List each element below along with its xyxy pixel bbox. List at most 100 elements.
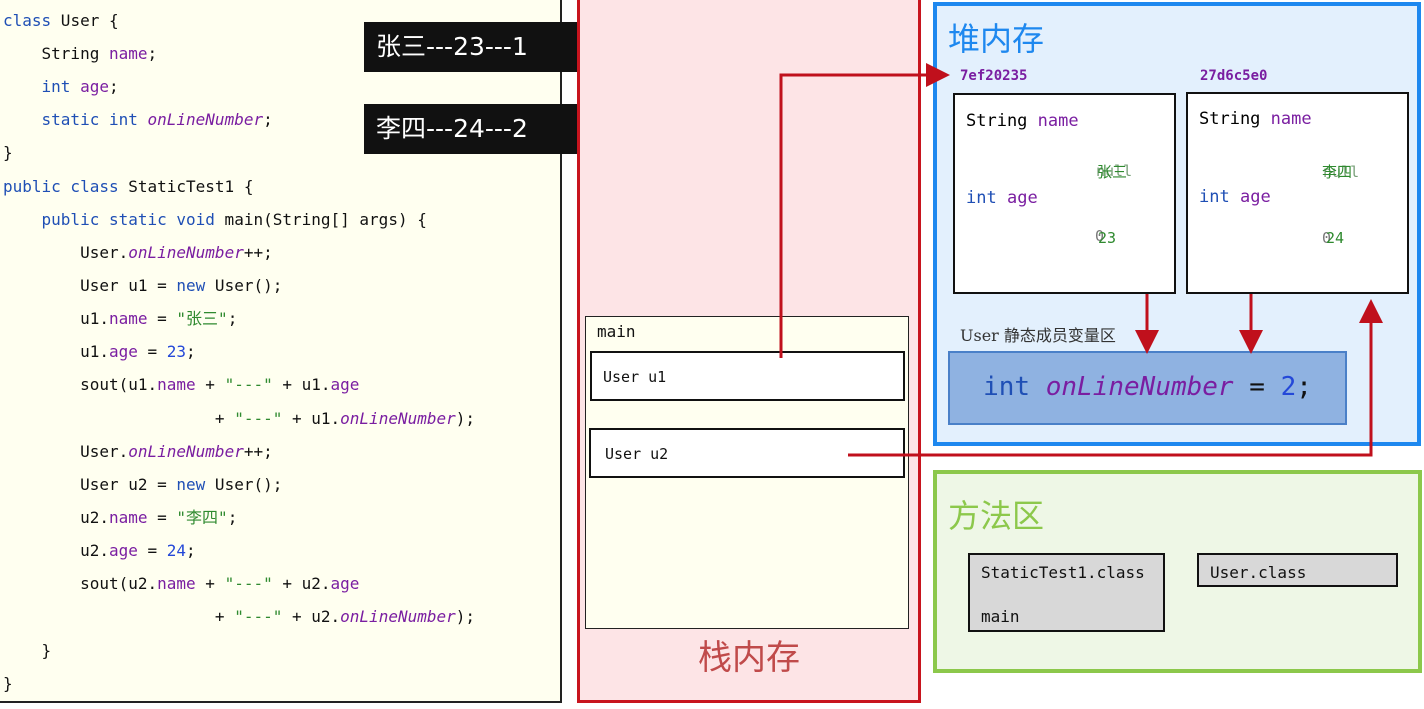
heap-object-2-address: 27d6c5e0: [1200, 68, 1268, 84]
code-token: }: [3, 641, 52, 660]
code-token: name: [157, 574, 196, 593]
code-line: }: [3, 674, 13, 694]
static-equals: =: [1249, 372, 1265, 402]
code-line: User.onLineNumber++;: [3, 442, 273, 462]
code-token: + u2.: [282, 607, 341, 626]
static-semicolon: ;: [1296, 372, 1312, 402]
code-token: User {: [51, 11, 119, 30]
static-variable-line: int onLineNumber = 2;: [948, 372, 1347, 402]
code-token: );: [455, 607, 476, 626]
code-token: u2.: [3, 541, 109, 560]
class-staticTest1-name: StaticTest1.class: [981, 563, 1145, 582]
method-area-title: 方法区: [948, 497, 1045, 535]
stack-variable-u2-label: User u2: [605, 445, 669, 463]
code-token: StaticTest1 {: [118, 177, 254, 196]
code-token: =: [147, 309, 177, 328]
code-token: =: [147, 508, 177, 527]
class-staticTest1-method: main: [981, 607, 1020, 626]
code-line: int age;: [3, 77, 119, 97]
code-token: ;: [186, 541, 196, 560]
code-token: age: [330, 375, 360, 394]
code-token: onLineNumber: [147, 110, 264, 129]
code-token: 24: [166, 541, 187, 560]
code-token: "李四": [176, 508, 228, 527]
stack-memory-title: 栈内存: [698, 638, 800, 678]
code-token: name: [108, 309, 148, 328]
code-token: }: [3, 143, 13, 162]
code-line: + "---" + u2.onLineNumber);: [3, 607, 475, 627]
code-token: String: [3, 44, 109, 63]
field-type: int: [1199, 187, 1230, 207]
code-token: "张三": [176, 309, 228, 328]
class-user-name: User.class: [1210, 563, 1307, 582]
heap-object-1-name-field: String name: [966, 111, 1079, 131]
heap-object-1-name-value: 张三: [1097, 163, 1128, 181]
stack-variable-u2: User u2: [589, 428, 905, 478]
code-token: new: [176, 276, 206, 295]
code-token: User();: [205, 475, 283, 494]
code-token: + u1.: [272, 375, 331, 394]
code-token: ;: [108, 77, 119, 96]
heap-object-2-name-field: String name: [1199, 109, 1312, 129]
heap-object-1-age-field: int age: [966, 188, 1038, 208]
code-token: }: [3, 674, 13, 693]
heap-object-1-age-value: 23: [1098, 229, 1117, 247]
code-token: class: [3, 11, 52, 30]
field-type: String: [966, 111, 1028, 131]
code-token: u1.: [3, 309, 109, 328]
code-line: class User {: [3, 11, 119, 31]
heap-object-2-name-value: 李四: [1322, 163, 1353, 181]
code-line: sout(u1.name + "---" + u1.age: [3, 375, 359, 395]
code-token: ;: [227, 508, 238, 527]
code-token: );: [455, 409, 476, 428]
class-staticTest1: StaticTest1.class main: [968, 553, 1165, 632]
code-token: public class: [3, 177, 119, 196]
code-token: name: [157, 375, 196, 394]
code-token: "---": [234, 607, 283, 626]
code-line: }: [3, 143, 13, 163]
code-line: u2.age = 24;: [3, 541, 196, 561]
heap-object-1-address: 7ef20235: [960, 68, 1028, 84]
code-token: age: [108, 342, 138, 361]
code-token: ;: [147, 44, 158, 63]
code-token: new: [176, 475, 206, 494]
code-token: User.: [3, 442, 129, 461]
code-token: =: [137, 541, 167, 560]
code-line: + "---" + u1.onLineNumber);: [3, 409, 475, 429]
heap-object-2-age-value: 24: [1326, 229, 1345, 247]
code-token: name: [108, 44, 148, 63]
code-line: String name;: [3, 44, 158, 64]
class-user: User.class: [1197, 553, 1398, 587]
code-token: main(String[] args) {: [214, 210, 427, 229]
code-token: + u2.: [272, 574, 331, 593]
code-token: onLineNumber: [128, 243, 244, 262]
code-line: u2.name = "李四";: [3, 508, 237, 528]
stack-variable-u1: User u1: [590, 351, 905, 401]
code-token: age: [80, 77, 109, 96]
code-token: u1.: [3, 342, 109, 361]
code-line: sout(u2.name + "---" + u2.age: [3, 574, 359, 594]
code-token: +: [3, 409, 235, 428]
code-token: +: [195, 574, 225, 593]
code-line: User u2 = new User();: [3, 475, 282, 495]
heap-object-2-age-field: int age: [1199, 187, 1271, 207]
code-token: age: [330, 574, 360, 593]
code-token: ++;: [243, 243, 273, 262]
code-line: User.onLineNumber++;: [3, 243, 273, 263]
code-token: ;: [263, 110, 273, 129]
field-type: int: [966, 188, 997, 208]
static-value: 2: [1280, 372, 1297, 402]
code-token: int: [41, 77, 71, 96]
code-token: sout(u1.: [3, 375, 158, 394]
static-area-label: User 静态成员变量区: [960, 326, 1116, 345]
code-token: User.: [3, 243, 129, 262]
code-line: static int onLineNumber;: [3, 110, 273, 130]
code-token: ++;: [243, 442, 273, 461]
code-token: sout(u2.: [3, 574, 158, 593]
code-token: =: [137, 342, 167, 361]
field-name: age: [1239, 187, 1271, 207]
code-token: User u2 =: [3, 475, 177, 494]
